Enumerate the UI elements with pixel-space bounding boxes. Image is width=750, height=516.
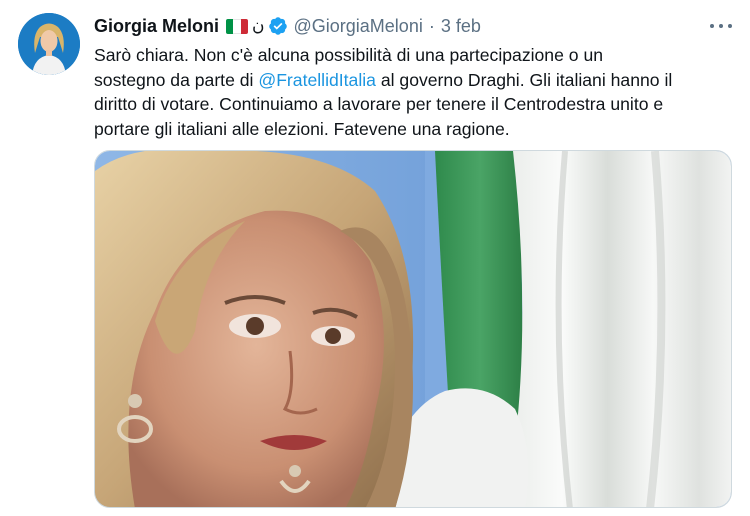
tweet-text-line-2: sostegno da parte di @FratellidItalia al… — [94, 68, 734, 93]
tweet-text: Sarò chiara. Non c'è alcuna possibilità … — [94, 43, 734, 141]
separator-dot: · — [428, 15, 435, 36]
tweet-header: Giorgia Meloni ن @GiorgiaMeloni · 3 feb — [94, 14, 481, 38]
avatar-photo — [18, 13, 80, 75]
tweet-date[interactable]: 3 feb — [441, 16, 481, 37]
tweet-text-line-2-start: sostegno da parte di — [94, 69, 259, 90]
tweet-text-line-3: diritto di votare. Continuiamo a lavorar… — [94, 94, 664, 115]
verified-badge-icon — [268, 17, 287, 35]
tweet[interactable]: Giorgia Meloni ن @GiorgiaMeloni · 3 feb … — [0, 0, 750, 516]
tweet-text-line-1: Sarò chiara. Non c'è alcuna possibilità … — [94, 45, 604, 65]
tweet-text-line-2-end: al governo Draghi. Gli italiani hanno il — [375, 69, 673, 90]
name-glyph: ن — [252, 16, 265, 35]
avatar[interactable] — [18, 13, 80, 75]
tweet-media-photo[interactable] — [94, 150, 732, 508]
more-options-icon[interactable] — [710, 16, 732, 36]
tweet-text-line-4: portare gli italiani alle elezioni. Fate… — [94, 118, 510, 139]
mention-link[interactable]: @FratellidItalia — [258, 70, 376, 90]
photo-image — [95, 151, 731, 507]
author-handle[interactable]: @GiorgiaMeloni — [294, 16, 423, 37]
author-name[interactable]: Giorgia Meloni — [94, 16, 219, 37]
italy-flag-icon — [226, 18, 248, 34]
